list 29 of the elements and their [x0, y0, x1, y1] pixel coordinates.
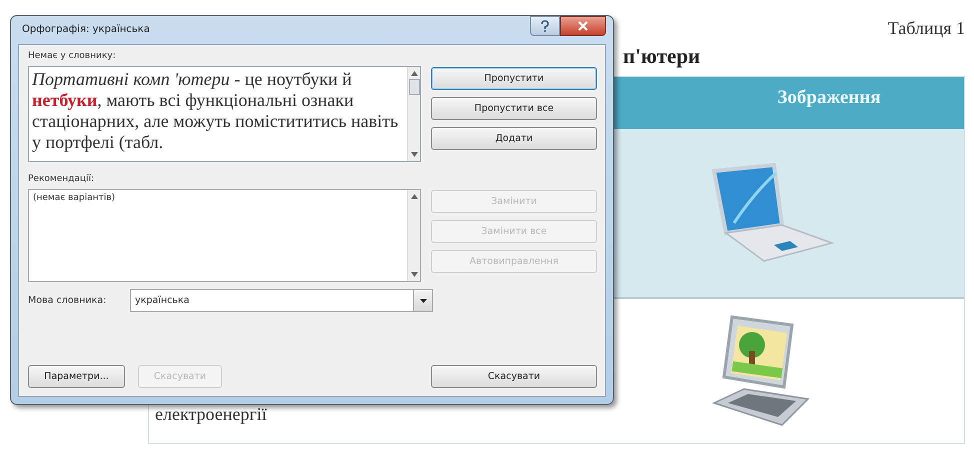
question-icon [540, 20, 550, 32]
scroll-thumb[interactable] [408, 79, 420, 95]
scrollbar[interactable] [407, 67, 420, 161]
column-header: Зображення [776, 86, 882, 110]
close-icon [578, 21, 588, 31]
dropdown-arrow-icon [420, 298, 426, 302]
scrollbar[interactable] [407, 190, 420, 281]
action-button[interactable]: Додати [431, 127, 597, 150]
scroll-up-icon [410, 194, 418, 199]
sentence-text: Портативні комп 'ютери - це ноутбуки й нетбуки, мають всі функціональні ознаки стаціонарних, але можуть помістититись навіть у портфелі (табл. [30, 68, 400, 154]
list-item[interactable]: (немає варіантів) [33, 193, 403, 203]
window-title: Орфографія: українська [21, 23, 150, 35]
field-label: Мова словника: [28, 295, 108, 306]
scroll-down-icon [410, 272, 418, 277]
field-label: Немає у словнику: [28, 51, 117, 63]
action-button[interactable]: Пропустити [431, 67, 597, 90]
table-cell: електроенергії [155, 404, 267, 425]
cancel-button[interactable]: Скасувати [431, 365, 597, 388]
sentence-field[interactable]: Портативні комп 'ютери - це ноутбуки й нетбуки, мають всі функціональні ознаки стаціонарних, але можуть помістититись навіть у портфелі (табл. [28, 66, 421, 162]
language-dropdown[interactable]: українська [130, 289, 433, 312]
field-label: Рекомендації: [28, 174, 96, 186]
table-heading: п'ютери [623, 44, 700, 70]
action-button[interactable]: Параметри... [28, 365, 125, 388]
suggestions-list[interactable]: (немає варіантів) [28, 189, 421, 282]
action-button[interactable]: Пропустити все [431, 97, 597, 120]
close-button[interactable] [560, 16, 606, 36]
scroll-down-icon [410, 152, 418, 157]
table-caption: Таблиця 1 [888, 18, 965, 40]
help-button[interactable] [530, 16, 560, 36]
